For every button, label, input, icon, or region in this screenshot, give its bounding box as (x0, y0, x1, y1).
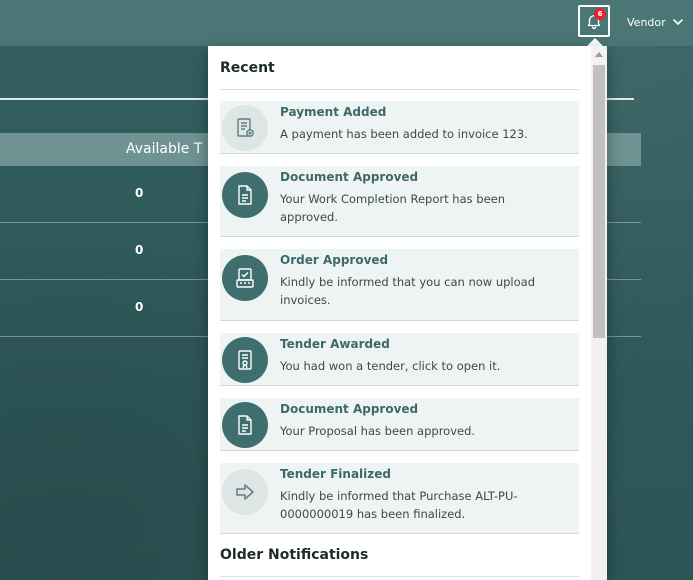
document-icon (238, 415, 252, 435)
column-header-available: Available T (126, 141, 203, 157)
payment-receipt-icon (237, 118, 254, 137)
chevron-down-icon (672, 19, 683, 26)
user-label: Vendor (627, 15, 666, 29)
notification-icon-wrap (222, 105, 268, 151)
notification-item[interactable]: Payment Added A payment has been added t… (220, 101, 579, 154)
notification-title: Document Approved (280, 170, 419, 184)
notification-title: Payment Added (280, 105, 387, 119)
notification-item[interactable]: Document Approved Your Work Completion R… (220, 166, 579, 237)
table-cell: 0 (135, 243, 144, 257)
table-cell: 0 (135, 300, 144, 314)
notification-title: Document Approved (280, 402, 419, 416)
notification-message: Your Proposal has been approved. (280, 424, 476, 438)
notification-message: A payment has been added to invoice 123. (280, 127, 528, 141)
notification-message: Kindly be informed that you can now uplo… (280, 275, 535, 307)
notification-item[interactable]: Tender Finalized Kindly be informed that… (220, 463, 579, 534)
notification-message: Your Work Completion Report has been app… (280, 192, 506, 224)
table-cell: 0 (135, 186, 144, 200)
notification-message: Kindly be informed that Purchase ALT-PU-… (280, 489, 518, 521)
notification-title: Tender Finalized (280, 467, 391, 481)
notification-item[interactable]: Order Approved Kindly be informed that y… (220, 249, 579, 321)
user-menu[interactable]: Vendor (627, 13, 684, 31)
scrollbar-thumb[interactable] (593, 65, 605, 338)
dropdown-caret (587, 38, 603, 46)
section-divider (220, 576, 579, 577)
dropdown-scrollbar[interactable] (591, 46, 607, 580)
notification-icon-wrap (222, 337, 268, 383)
notification-title: Tender Awarded (280, 337, 390, 351)
notification-title: Order Approved (280, 253, 389, 267)
notifications-dropdown: Recent Payment Added A payment has been … (208, 46, 607, 580)
notification-icon-wrap (222, 172, 268, 218)
certificate-icon (238, 350, 252, 370)
notification-icon-wrap (222, 255, 268, 301)
notification-icon-wrap (222, 402, 268, 448)
older-section-title: Older Notifications (220, 547, 369, 563)
notification-count-badge: 6 (594, 8, 606, 20)
order-approved-icon (236, 268, 254, 288)
arrow-right-icon (236, 484, 254, 500)
notification-item[interactable]: Document Approved Your Proposal has been… (220, 398, 579, 451)
scroll-up-arrow-icon[interactable] (595, 52, 603, 57)
document-icon (238, 185, 252, 205)
notification-item[interactable]: Tender Awarded You had won a tender, cli… (220, 333, 579, 386)
notifications-button[interactable]: 6 (578, 5, 610, 37)
notification-message: You had won a tender, click to open it. (280, 359, 501, 373)
section-divider (220, 89, 579, 90)
recent-section-title: Recent (220, 60, 275, 76)
notification-icon-wrap (222, 469, 268, 515)
